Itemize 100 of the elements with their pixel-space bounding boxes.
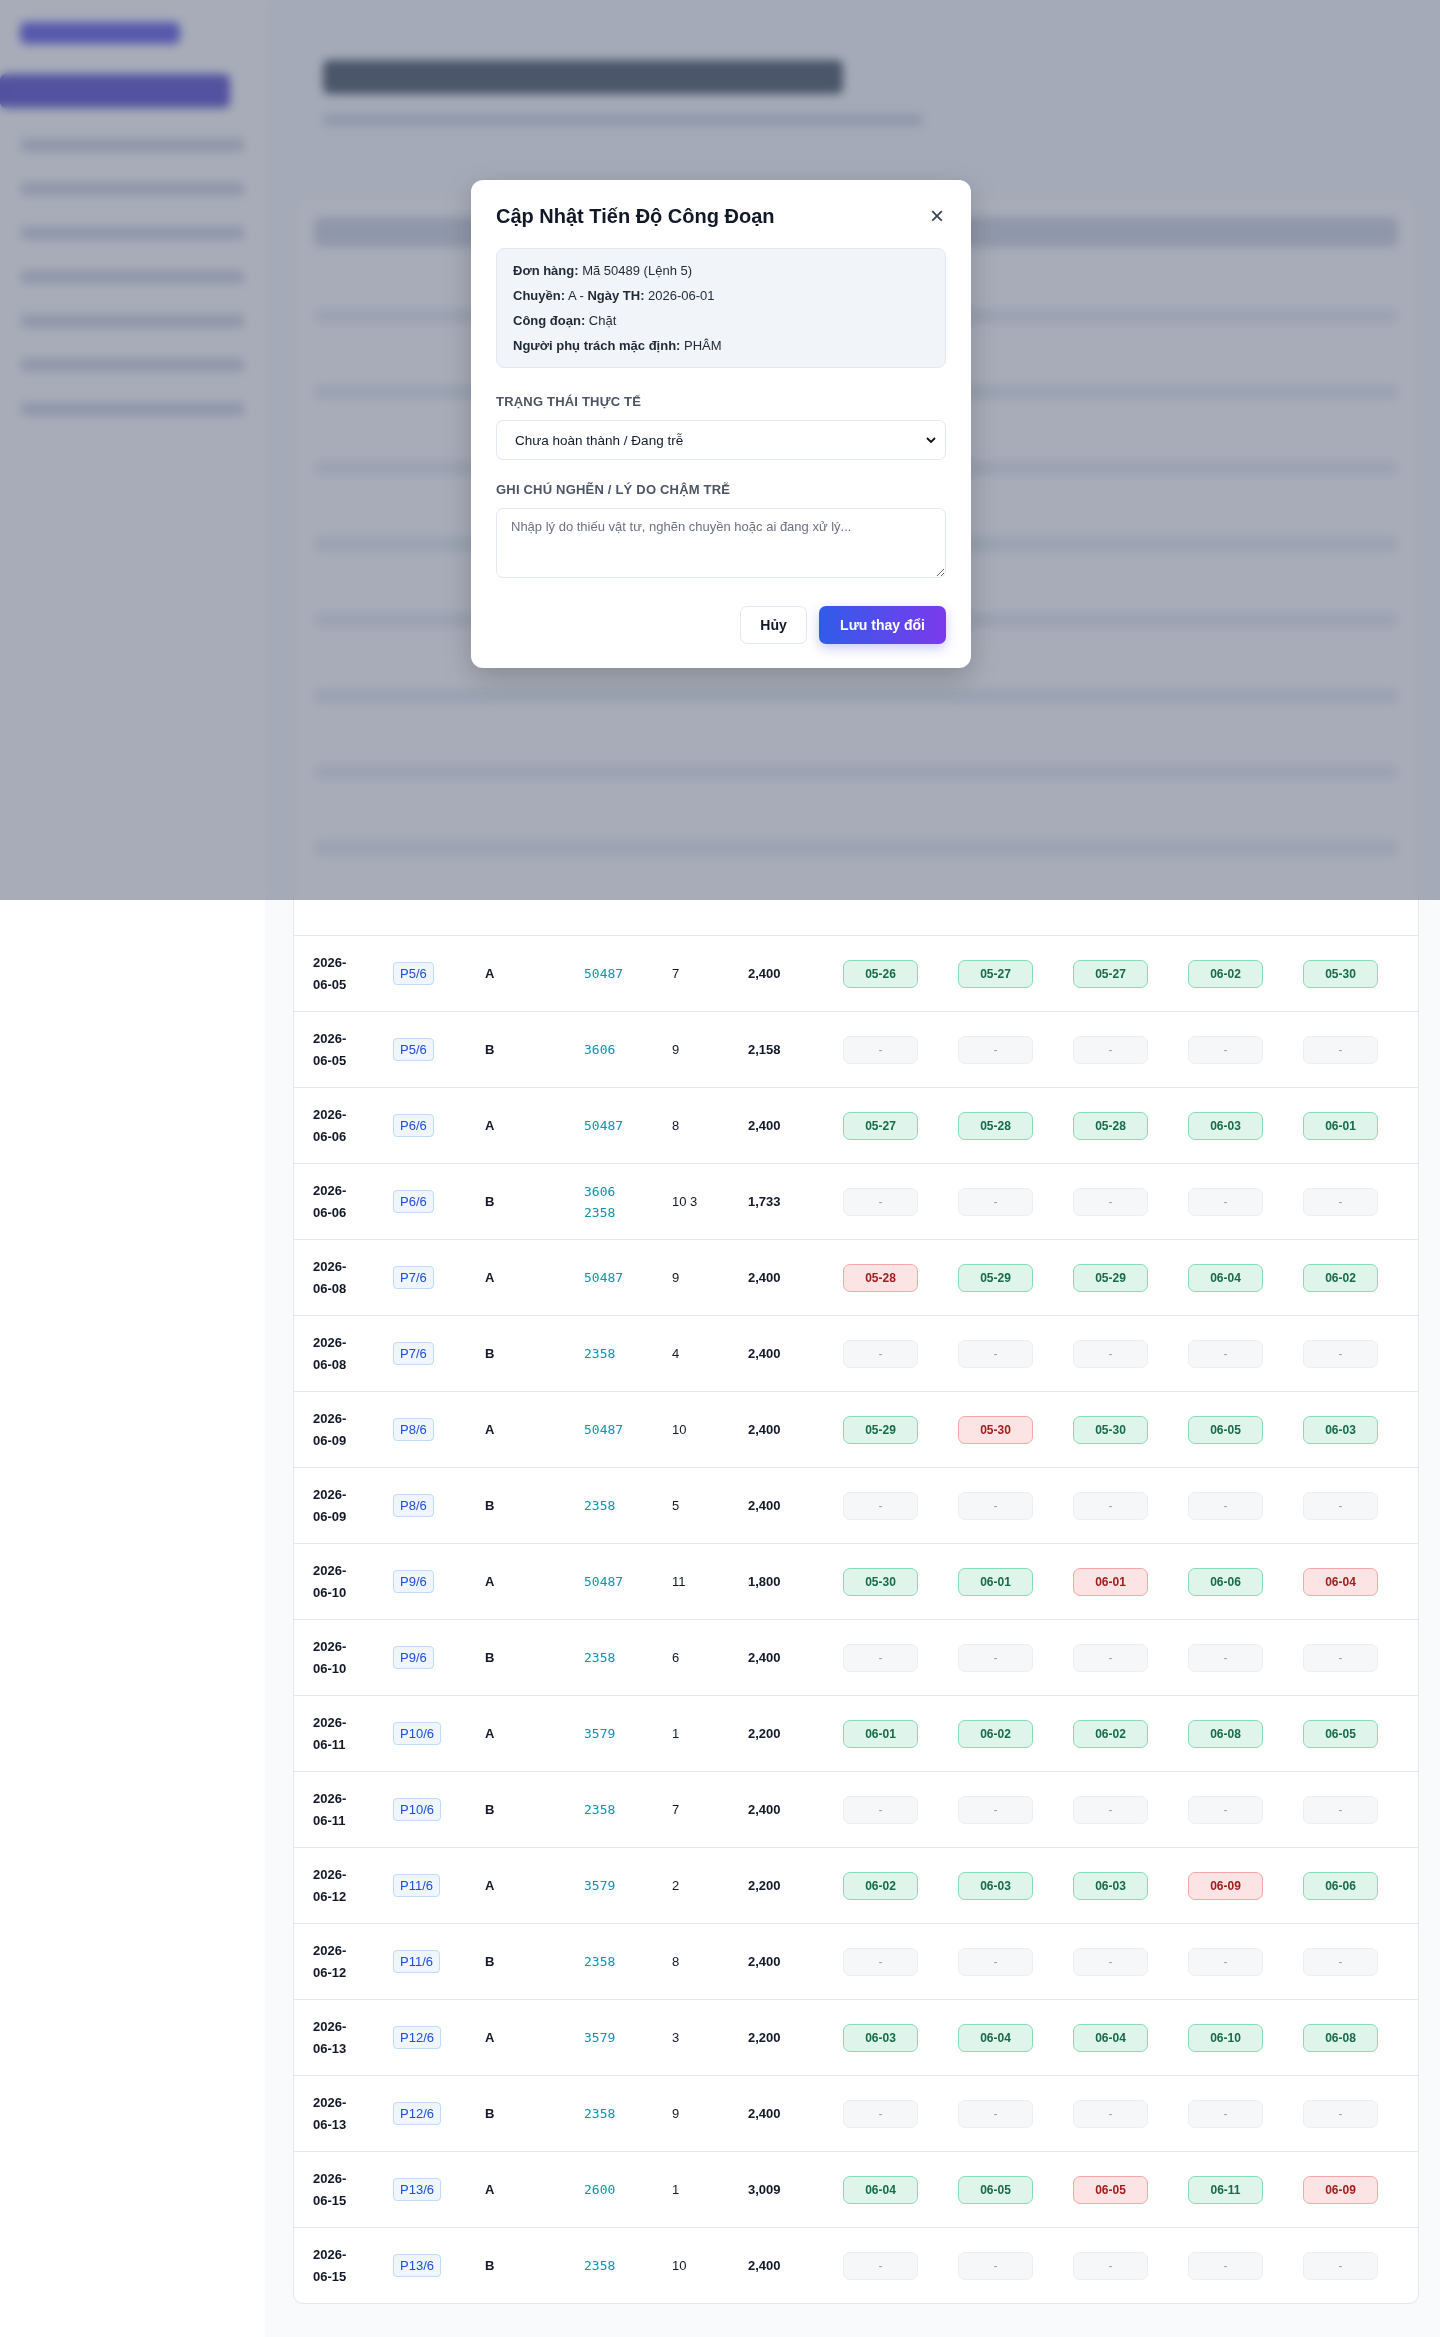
empty-stage-chip[interactable]: - — [843, 1035, 918, 1064]
order-code-link[interactable]: 2358 — [584, 1204, 616, 1220]
empty-stage-chip[interactable]: - — [843, 2251, 918, 2280]
empty-stage-chip[interactable]: - — [958, 1035, 1033, 1064]
order-code-link[interactable]: 3606 — [584, 1183, 616, 1199]
order-code-link[interactable]: 2358 — [584, 1954, 616, 1969]
empty-stage-chip[interactable]: - — [1303, 2099, 1378, 2128]
stage-date-chip[interactable]: 06-03 — [1303, 1415, 1378, 1444]
empty-stage-chip[interactable]: - — [1073, 1643, 1148, 1672]
order-code-link[interactable]: 2358 — [584, 1802, 616, 1817]
stage-date-chip[interactable]: 06-03 — [843, 2023, 918, 2052]
empty-stage-chip[interactable]: - — [1073, 2099, 1148, 2128]
empty-stage-chip[interactable]: - — [958, 1643, 1033, 1672]
order-code-link[interactable]: 3579 — [584, 1726, 616, 1741]
stage-date-chip[interactable]: 05-28 — [958, 1111, 1033, 1140]
late-stage-chip[interactable]: 05-28 — [843, 1263, 918, 1292]
stage-date-chip[interactable]: 05-27 — [958, 959, 1033, 988]
stage-date-chip[interactable]: 05-29 — [1073, 1263, 1148, 1292]
stage-date-chip[interactable]: 06-06 — [1188, 1567, 1263, 1596]
stage-date-chip[interactable]: 05-27 — [1073, 959, 1148, 988]
stage-date-chip[interactable]: 06-02 — [1073, 1719, 1148, 1748]
close-button[interactable]: × — [928, 204, 946, 228]
stage-date-chip[interactable]: 05-28 — [1073, 1111, 1148, 1140]
late-stage-chip[interactable]: 05-30 — [958, 1415, 1033, 1444]
order-code-link[interactable]: 3579 — [584, 1878, 616, 1893]
empty-stage-chip[interactable]: - — [1188, 1339, 1263, 1368]
empty-stage-chip[interactable]: - — [958, 1339, 1033, 1368]
stage-date-chip[interactable]: 06-04 — [843, 2175, 918, 2204]
empty-stage-chip[interactable]: - — [843, 1491, 918, 1520]
empty-stage-chip[interactable]: - — [1303, 1187, 1378, 1216]
empty-stage-chip[interactable]: - — [1303, 1339, 1378, 1368]
order-code-link[interactable]: 2358 — [584, 1650, 616, 1665]
empty-stage-chip[interactable]: - — [843, 2099, 918, 2128]
order-code-link[interactable]: 50487 — [584, 966, 624, 981]
order-code-link[interactable]: 50487 — [584, 1574, 624, 1589]
save-button[interactable]: Lưu thay đổi — [819, 606, 946, 644]
empty-stage-chip[interactable]: - — [1073, 1035, 1148, 1064]
empty-stage-chip[interactable]: - — [958, 1947, 1033, 1976]
stage-date-chip[interactable]: 06-02 — [1188, 959, 1263, 988]
order-code-link[interactable]: 50487 — [584, 1270, 624, 1285]
empty-stage-chip[interactable]: - — [958, 2099, 1033, 2128]
empty-stage-chip[interactable]: - — [843, 1947, 918, 1976]
stage-date-chip[interactable]: 05-30 — [1303, 959, 1378, 988]
stage-date-chip[interactable]: 06-02 — [843, 1871, 918, 1900]
cancel-button[interactable]: Hủy — [740, 606, 807, 644]
empty-stage-chip[interactable]: - — [843, 1339, 918, 1368]
stage-date-chip[interactable]: 06-04 — [1073, 2023, 1148, 2052]
empty-stage-chip[interactable]: - — [1188, 1795, 1263, 1824]
empty-stage-chip[interactable]: - — [958, 1491, 1033, 1520]
empty-stage-chip[interactable]: - — [1303, 1035, 1378, 1064]
stage-date-chip[interactable]: 06-06 — [1303, 1871, 1378, 1900]
order-code-link[interactable]: 2358 — [584, 2258, 616, 2273]
empty-stage-chip[interactable]: - — [1188, 1491, 1263, 1520]
empty-stage-chip[interactable]: - — [1188, 2251, 1263, 2280]
empty-stage-chip[interactable]: - — [1303, 1795, 1378, 1824]
late-stage-chip[interactable]: 06-04 — [1303, 1567, 1378, 1596]
stage-date-chip[interactable]: 06-10 — [1188, 2023, 1263, 2052]
stage-date-chip[interactable]: 06-04 — [958, 2023, 1033, 2052]
stage-date-chip[interactable]: 06-05 — [1188, 1415, 1263, 1444]
stage-date-chip[interactable]: 06-01 — [843, 1719, 918, 1748]
empty-stage-chip[interactable]: - — [1303, 2251, 1378, 2280]
stage-date-chip[interactable]: 06-02 — [958, 1719, 1033, 1748]
stage-date-chip[interactable]: 06-03 — [1073, 1871, 1148, 1900]
empty-stage-chip[interactable]: - — [1188, 1947, 1263, 1976]
order-code-link[interactable]: 2358 — [584, 1346, 616, 1361]
stage-date-chip[interactable]: 06-03 — [1188, 1111, 1263, 1140]
stage-date-chip[interactable]: 06-04 — [1188, 1263, 1263, 1292]
stage-date-chip[interactable]: 05-30 — [843, 1567, 918, 1596]
note-textarea[interactable]: Nhập lý do thiếu vật tư, nghẽn chuyền hoặc ai đang xử lý... — [496, 508, 946, 578]
empty-stage-chip[interactable]: - — [1073, 1947, 1148, 1976]
empty-stage-chip[interactable]: - — [1303, 1643, 1378, 1672]
late-stage-chip[interactable]: 06-09 — [1303, 2175, 1378, 2204]
empty-stage-chip[interactable]: - — [1303, 1491, 1378, 1520]
stage-date-chip[interactable]: 05-29 — [843, 1415, 918, 1444]
empty-stage-chip[interactable]: - — [1073, 1491, 1148, 1520]
empty-stage-chip[interactable]: - — [1188, 1187, 1263, 1216]
stage-date-chip[interactable]: 05-27 — [843, 1111, 918, 1140]
empty-stage-chip[interactable]: - — [958, 1187, 1033, 1216]
late-stage-chip[interactable]: 06-01 — [1073, 1567, 1148, 1596]
stage-date-chip[interactable]: 05-30 — [1073, 1415, 1148, 1444]
stage-date-chip[interactable]: 06-08 — [1188, 1719, 1263, 1748]
empty-stage-chip[interactable]: - — [958, 1795, 1033, 1824]
empty-stage-chip[interactable]: - — [1073, 2251, 1148, 2280]
stage-date-chip[interactable]: 05-26 — [843, 959, 918, 988]
stage-date-chip[interactable]: 06-01 — [1303, 1111, 1378, 1140]
late-stage-chip[interactable]: 06-09 — [1188, 1871, 1263, 1900]
stage-date-chip[interactable]: 05-29 — [958, 1263, 1033, 1292]
empty-stage-chip[interactable]: - — [1303, 1947, 1378, 1976]
empty-stage-chip[interactable]: - — [1188, 2099, 1263, 2128]
stage-date-chip[interactable]: 06-08 — [1303, 2023, 1378, 2052]
empty-stage-chip[interactable]: - — [843, 1795, 918, 1824]
empty-stage-chip[interactable]: - — [843, 1643, 918, 1672]
empty-stage-chip[interactable]: - — [1188, 1643, 1263, 1672]
order-code-link[interactable]: 3606 — [584, 1042, 616, 1057]
empty-stage-chip[interactable]: - — [1073, 1795, 1148, 1824]
empty-stage-chip[interactable]: - — [1073, 1339, 1148, 1368]
stage-date-chip[interactable]: 06-01 — [958, 1567, 1033, 1596]
stage-date-chip[interactable]: 06-05 — [1303, 1719, 1378, 1748]
order-code-link[interactable]: 50487 — [584, 1422, 624, 1437]
empty-stage-chip[interactable]: - — [1073, 1187, 1148, 1216]
